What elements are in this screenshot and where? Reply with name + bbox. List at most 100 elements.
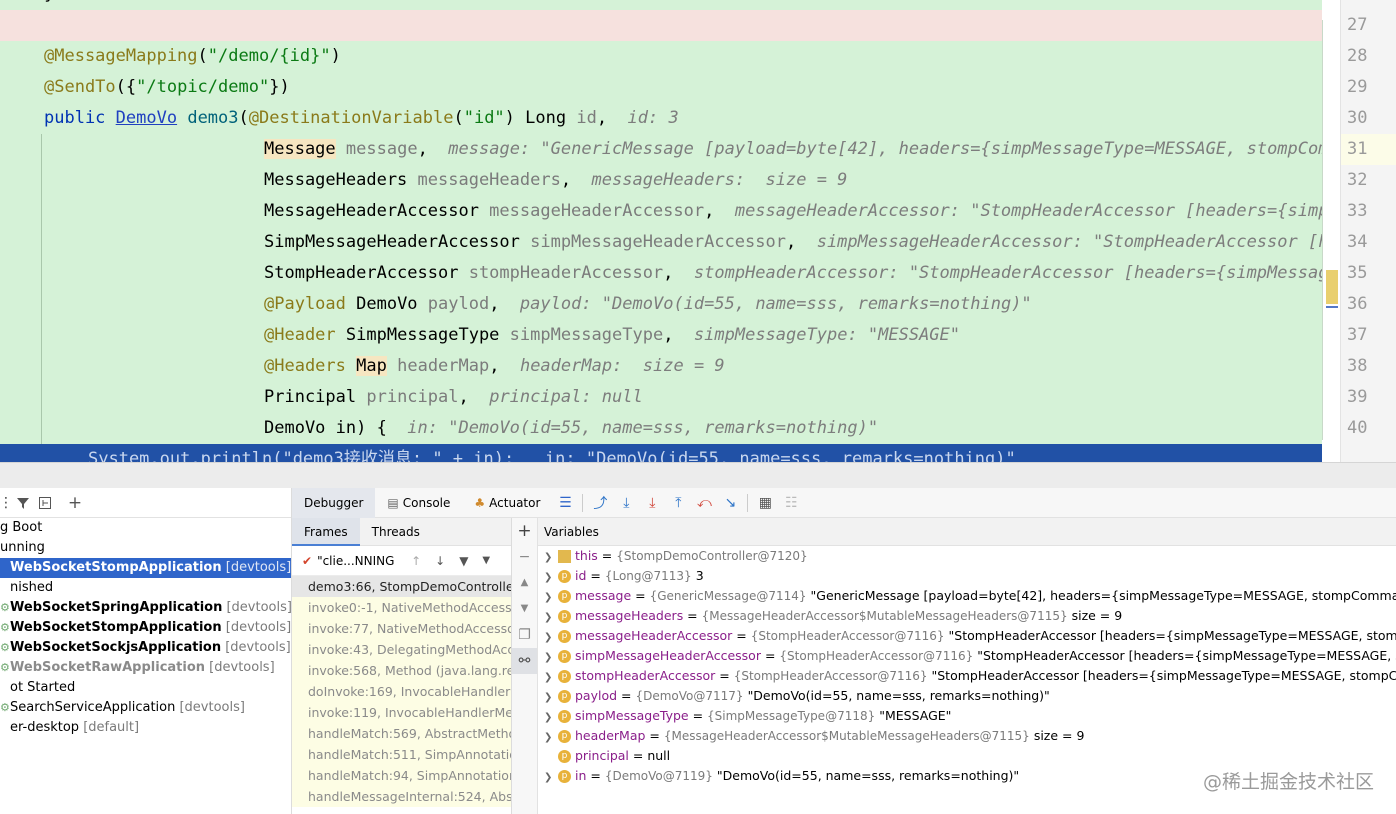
code-token: "/demo/{id}" xyxy=(207,46,331,66)
variable-row[interactable]: ❯ p simpMessageType = {SimpMessageType@711… xyxy=(538,706,1396,726)
service-tag: [devtools] xyxy=(205,660,275,675)
chevron-down-icon[interactable]: ▼ xyxy=(482,555,490,566)
step-out-icon[interactable]: ⤒ xyxy=(665,495,691,511)
editor-scrollbar[interactable] xyxy=(1322,0,1340,462)
services-tree[interactable]: g Boot unning WebSocketStompApplication [d… xyxy=(0,518,291,738)
variable-type: {MessageHeaderAccessor$MutableMessageHea… xyxy=(701,609,1068,623)
service-item[interactable]: ⚙WebSocketSockjsApplication [devtools] xyxy=(0,638,291,658)
expand-arrow-icon[interactable]: ❯ xyxy=(544,648,558,666)
variable-value: 3 xyxy=(695,568,704,583)
code-line: @Headers Map headerMap, headerMap: size … xyxy=(0,351,1322,382)
expand-arrow-icon[interactable]: ❯ xyxy=(544,608,558,626)
service-item[interactable]: nished xyxy=(0,578,291,598)
stack-frame[interactable]: handleMessageInternal:524, Abstra xyxy=(292,786,511,807)
move-down-icon[interactable]: ▼ xyxy=(512,596,537,622)
expand-arrow-icon[interactable]: ❯ xyxy=(544,688,558,706)
group-icon[interactable] xyxy=(34,492,56,514)
expand-arrow-icon[interactable]: ❯ xyxy=(544,568,558,586)
variable-row[interactable]: ❯ p paylod = {DemoVo@7117} "DemoVo(id=55, … xyxy=(538,686,1396,706)
variable-row[interactable]: ❯ p messageHeaderAccessor = {StompHeaderAc… xyxy=(538,626,1396,646)
variables-tree[interactable]: ❯ this = {StompDemoController@7120} ❯ p id … xyxy=(538,546,1396,786)
panel-divider[interactable] xyxy=(0,462,1396,488)
add-icon[interactable]: + xyxy=(64,492,86,514)
expand-arrow-icon[interactable]: ❯ xyxy=(544,548,558,566)
move-up-icon[interactable]: ▲ xyxy=(512,570,537,596)
evaluate-icon[interactable]: ▦ xyxy=(752,495,778,511)
step-into-icon[interactable]: ⤓ xyxy=(639,495,665,511)
add-watch-icon[interactable]: + xyxy=(512,518,537,544)
expand-arrow-icon[interactable]: ❯ xyxy=(544,708,558,726)
expand-arrow-icon[interactable]: ❯ xyxy=(544,628,558,646)
remove-watch-icon[interactable]: − xyxy=(512,544,537,570)
copy-icon[interactable]: ❐ xyxy=(512,622,537,648)
show-execution-point-icon[interactable]: ⤴ xyxy=(587,493,613,513)
spring-icon: ⚙ xyxy=(0,661,10,674)
variable-row[interactable]: ❯ p message = {GenericMessage@7114} "Gener… xyxy=(538,586,1396,606)
code-token: message xyxy=(345,139,418,159)
expand-arrow-icon[interactable]: ❯ xyxy=(544,668,558,686)
service-item[interactable]: ⚙SearchServiceApplication [devtools] xyxy=(0,698,291,718)
variable-row[interactable]: ❯ p id = {Long@7113} 3 xyxy=(538,566,1396,586)
thread-selector[interactable]: ✔ "clie...NNING ↑ ↓ ▼ ▼ xyxy=(292,546,511,576)
tab-frames[interactable]: Frames xyxy=(292,517,360,546)
scroll-thumb[interactable] xyxy=(1326,306,1338,308)
stack-frame[interactable]: handleMatch:511, SimpAnnotationM xyxy=(292,744,511,765)
variables-header: Variables xyxy=(538,518,1396,546)
step-over-icon[interactable]: ⤓ xyxy=(613,495,639,511)
stack-frame[interactable]: invoke:119, InvocableHandlerMetho xyxy=(292,702,511,723)
service-item[interactable]: g Boot xyxy=(0,518,291,538)
code-token: }) xyxy=(269,77,290,97)
service-item[interactable]: unning xyxy=(0,538,291,558)
glasses-icon[interactable]: ⚯ xyxy=(512,648,537,674)
service-item[interactable]: ⚙WebSocketSpringApplication [devtools] xyxy=(0,598,291,618)
tab-threads[interactable]: Threads xyxy=(360,518,432,546)
drop-frame-icon[interactable]: ⤺ xyxy=(691,495,717,511)
service-item[interactable]: er-desktop [default] xyxy=(0,718,291,738)
code-token: @DestinationVariable xyxy=(248,108,454,128)
variable-row[interactable]: ❯ p messageHeaders = {MessageHeaderAccesso… xyxy=(538,606,1396,626)
arrow-up-icon[interactable]: ↑ xyxy=(411,554,421,568)
variable-row[interactable]: ❯ p stompHeaderAccessor = {StompHeaderAcce… xyxy=(538,666,1396,686)
tab-actuator[interactable]: ♣ Actuator xyxy=(462,488,552,518)
expand-arrow-icon[interactable]: ❯ xyxy=(544,588,558,606)
filter-icon[interactable]: ▼ xyxy=(459,554,468,568)
variable-row[interactable]: ❯ p simpMessageHeaderAccessor = {StompHead… xyxy=(538,646,1396,666)
expand-arrow-icon[interactable]: ❯ xyxy=(544,728,558,746)
expand-icon[interactable]: ⋮ xyxy=(0,492,13,514)
code-token: simpMessageHeaderAccessor: "StompHeaderA… xyxy=(816,232,1322,252)
stack-frame[interactable]: invoke:77, NativeMethodAccessorIm xyxy=(292,618,511,639)
stack-frame[interactable]: handleMatch:94, SimpAnnotationM xyxy=(292,765,511,786)
variable-value: "GenericMessage [payload=byte[42], heade… xyxy=(810,588,1396,603)
variable-row[interactable]: p principal = null xyxy=(538,746,1396,766)
line-number: 34 xyxy=(1347,232,1368,252)
filter-icon[interactable] xyxy=(12,492,34,514)
tab-debugger[interactable]: Debugger xyxy=(292,487,376,518)
line-number-gutter[interactable]: 27 28 29 30 31 32 33 34 35 36 37 38 39 40 xyxy=(1340,0,1396,462)
service-item[interactable]: WebSocketStompApplication [devtools] :80… xyxy=(0,558,291,578)
service-item[interactable]: ot Started xyxy=(0,678,291,698)
stack-frame[interactable]: demo3:66, StompDemoController xyxy=(292,576,511,597)
variable-value: null xyxy=(647,748,671,763)
run-to-cursor-icon[interactable]: ↘ xyxy=(717,495,743,511)
stack-frame[interactable]: doInvoke:169, InvocableHandlerMe xyxy=(292,681,511,702)
variable-row[interactable]: ❯ p headerMap = {MessageHeaderAccessor$Mut… xyxy=(538,726,1396,746)
menu-icon[interactable]: ☰ xyxy=(552,495,578,511)
code-area[interactable]: }@MessageMapping("/demo/{id}")@SendTo({"… xyxy=(0,0,1322,462)
arrow-down-icon[interactable]: ↓ xyxy=(435,554,445,568)
code-editor[interactable]: }@MessageMapping("/demo/{id}")@SendTo({"… xyxy=(0,0,1396,462)
stack-frame[interactable]: invoke0:-1, NativeMethodAccessorI xyxy=(292,597,511,618)
tab-console[interactable]: ▤ Console xyxy=(375,488,462,518)
stack-frame[interactable]: handleMatch:569, AbstractMethodM xyxy=(292,723,511,744)
frames-list[interactable]: demo3:66, StompDemoController invoke0:-1,… xyxy=(292,576,511,807)
stack-frame[interactable]: invoke:43, DelegatingMethodAcces xyxy=(292,639,511,660)
variable-row[interactable]: ❯ this = {StompDemoController@7120} xyxy=(538,546,1396,566)
stack-frame[interactable]: invoke:568, Method (java.lang.refle xyxy=(292,660,511,681)
trace-icon[interactable]: ☷ xyxy=(778,495,804,511)
equals-sign: = xyxy=(683,608,702,623)
variable-name: messageHeaders xyxy=(575,608,684,623)
line-number: 33 xyxy=(1347,201,1368,221)
service-item[interactable]: ⚙WebSocketRawApplication [devtools] xyxy=(0,658,291,678)
expand-arrow-icon[interactable]: ❯ xyxy=(544,768,558,786)
service-item[interactable]: ⚙WebSocketStompApplication [devtools] xyxy=(0,618,291,638)
